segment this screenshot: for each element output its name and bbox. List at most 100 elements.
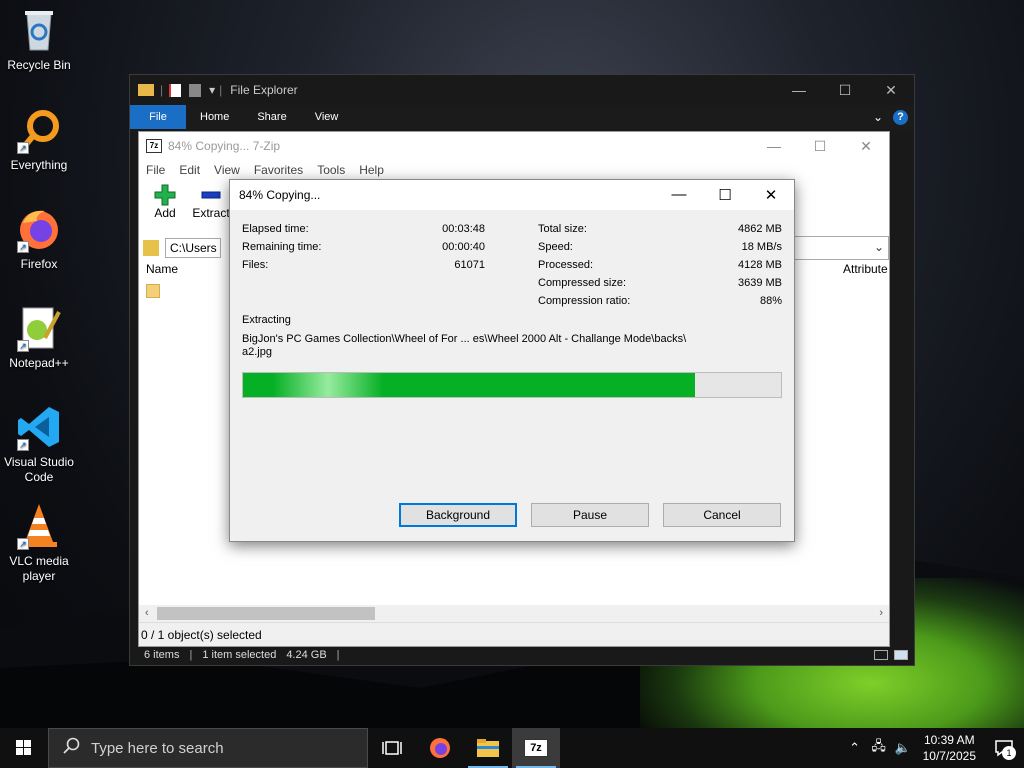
remaining-time-value: 00:00:40 [442,241,485,253]
network-icon[interactable]: 🖧 [867,737,891,759]
desktop-icon-notepadpp[interactable]: ↗ Notepad++ [0,304,78,371]
extract-button[interactable]: Extract [191,180,231,224]
menu-bar: File Edit View Favorites Tools Help [139,160,889,180]
minus-icon [191,184,231,206]
start-button[interactable] [0,728,48,768]
minimize-button[interactable]: — [751,138,797,155]
dialog-title: 84% Copying... [239,188,321,202]
files-row: Files: 61071 [242,259,485,273]
folder-icon [477,739,499,757]
selected-count: 1 item selected [202,649,277,661]
maximize-button[interactable]: ☐ [702,186,748,204]
close-button[interactable]: ✕ [868,82,914,99]
large-icons-view-icon[interactable] [894,650,908,660]
path-line-2: a2.jpg [242,346,272,358]
progress-bar-fill [243,373,695,397]
task-view-button[interactable] [368,728,416,768]
search-icon [63,737,81,759]
separator: | [160,83,164,97]
qat-dropdown-icon[interactable]: ▾ [209,83,215,97]
window-title: File Explorer [230,83,298,97]
progress-shine [273,373,383,397]
up-folder-icon[interactable] [143,240,159,256]
clock-date: 10/7/2025 [922,749,976,763]
speed-label: Speed: [538,241,573,253]
total-size-row: Total size: 4862 MB [538,223,782,237]
pause-button[interactable]: Pause [531,503,649,527]
menu-view[interactable]: View [214,163,240,177]
desktop-icon-everything[interactable]: ↗ Everything [0,106,78,173]
desktop-icon-recycle-bin[interactable]: Recycle Bin [0,6,78,73]
horizontal-scrollbar[interactable]: ‹ › [139,605,889,622]
scroll-left-icon[interactable]: ‹ [145,605,149,622]
action-center-button[interactable]: 1 [984,728,1024,768]
desktop-icon-label: Recycle Bin [7,58,71,72]
desktop-icon-vscode[interactable]: ↗ Visual Studio Code [0,403,78,485]
minimize-button[interactable]: — [656,186,702,204]
desktop-icon-label: VLC media player [9,554,69,583]
minimize-button[interactable]: — [776,82,822,99]
taskbar-file-explorer[interactable] [464,728,512,768]
column-name[interactable]: Name [146,262,178,276]
volume-muted-icon[interactable]: 🔈 [891,740,915,756]
progress-bar [242,372,782,398]
menu-file[interactable]: File [146,163,165,177]
menu-edit[interactable]: Edit [179,163,200,177]
close-button[interactable]: ✕ [748,186,794,204]
taskbar: Type here to search 7z ⌃ 🖧 🔈 10:39 AM 10… [0,728,1024,768]
window-title: 84% Copying... 7-Zip [168,139,281,153]
taskbar-firefox[interactable] [416,728,464,768]
chevron-up-icon[interactable]: ⌃ [843,740,867,756]
processed-label: Processed: [538,259,594,271]
ribbon-tabs: File Home Share View ⌄ ? [130,105,914,129]
background-button[interactable]: Background [399,503,517,527]
tab-view[interactable]: View [301,105,353,129]
extract-label: Extract [192,206,230,220]
desktop-icon-firefox[interactable]: ↗ Firefox [0,205,78,272]
dialog-titlebar: 84% Copying... — ☐ ✕ [230,180,794,210]
clock[interactable]: 10:39 AM 10/7/2025 [915,732,984,764]
properties-icon[interactable] [169,83,182,97]
7zip-logo-icon: 7z [524,739,548,757]
menu-favorites[interactable]: Favorites [254,163,303,177]
scroll-thumb[interactable] [157,607,375,620]
maximize-button[interactable]: ☐ [797,138,843,155]
close-button[interactable]: ✕ [843,138,889,155]
tab-share[interactable]: Share [243,105,300,129]
menu-tools[interactable]: Tools [317,163,345,177]
column-attributes[interactable]: Attribute [843,262,888,276]
add-label: Add [154,206,176,220]
scroll-right-icon[interactable]: › [879,605,883,622]
separator: | [219,83,223,97]
taskbar-7zip[interactable]: 7z [512,728,560,768]
total-size-label: Total size: [538,223,587,235]
new-folder-icon[interactable] [189,83,202,97]
menu-help[interactable]: Help [359,163,384,177]
7zip-statusbar: 0 / 1 object(s) selected [139,622,889,646]
path-line-1: BigJon's PC Games Collection\Wheel of Fo… [242,333,687,345]
path-input[interactable]: C:\Users [165,238,221,258]
elapsed-time-row: Elapsed time: 00:03:48 [242,223,485,237]
folder-icon[interactable] [146,284,160,298]
taskbar-search-box[interactable]: Type here to search [48,728,368,768]
files-label: Files: [242,259,269,271]
compression-ratio-label: Compression ratio: [538,295,631,307]
operation-label: Extracting [242,314,291,326]
shortcut-arrow-icon: ↗ [17,538,29,550]
remaining-time-label: Remaining time: [242,241,322,253]
expand-ribbon-icon[interactable]: ⌄ [873,110,883,124]
compressed-size-label: Compressed size: [538,277,627,289]
shortcut-arrow-icon: ↗ [17,340,29,352]
add-button[interactable]: Add [145,180,185,224]
desktop-icon-vlc[interactable]: ↗ VLC media player [0,502,78,584]
maximize-button[interactable]: ☐ [822,82,868,99]
compressed-size-value: 3639 MB [737,277,782,289]
tab-file[interactable]: File [130,105,186,129]
compression-ratio-value: 88% [759,295,782,307]
path-dropdown[interactable]: ⌄ [793,236,889,260]
details-view-icon[interactable] [874,650,888,660]
cancel-button[interactable]: Cancel [663,503,781,527]
tab-home[interactable]: Home [186,105,243,129]
help-icon[interactable]: ? [893,109,908,125]
search-placeholder: Type here to search [91,739,224,757]
